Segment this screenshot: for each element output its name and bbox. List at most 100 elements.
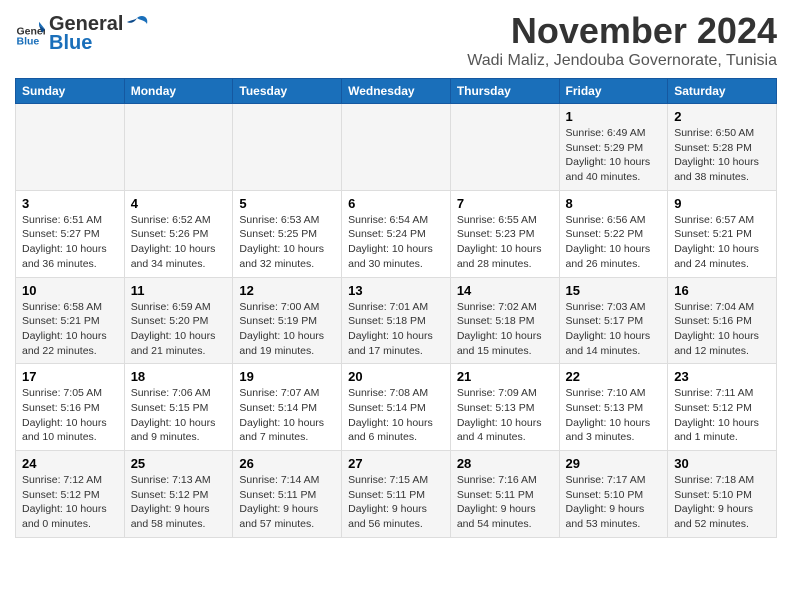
logo-icon: General Blue [15, 18, 45, 48]
calendar-cell [16, 104, 125, 191]
header-thursday: Thursday [450, 79, 559, 104]
day-info: Sunrise: 6:49 AM Sunset: 5:29 PM Dayligh… [566, 126, 662, 185]
day-info: Sunrise: 6:53 AM Sunset: 5:25 PM Dayligh… [239, 213, 335, 272]
calendar-cell: 22 Sunrise: 7:10 AM Sunset: 5:13 PM Dayli… [559, 364, 668, 451]
day-number: 8 [566, 196, 662, 211]
day-number: 27 [348, 456, 444, 471]
day-info: Sunrise: 7:02 AM Sunset: 5:18 PM Dayligh… [457, 300, 553, 359]
calendar-cell: 18Sunrise: 7:06 AM Sunset: 5:15 PM Dayli… [124, 364, 233, 451]
logo-bird-icon [123, 10, 151, 38]
calendar-cell: 30 Sunrise: 7:18 AM Sunset: 5:10 PM Dayli… [668, 451, 777, 538]
calendar-cell: 3 Sunrise: 6:51 AM Sunset: 5:27 PM Daylig… [16, 190, 125, 277]
calendar-row-3: 17 Sunrise: 7:05 AM Sunset: 5:16 PM Dayli… [16, 364, 777, 451]
calendar-row-1: 3 Sunrise: 6:51 AM Sunset: 5:27 PM Daylig… [16, 190, 777, 277]
day-info: Sunrise: 7:06 AM Sunset: 5:15 PM Dayligh… [131, 386, 227, 445]
day-info: Sunrise: 7:08 AM Sunset: 5:14 PM Dayligh… [348, 386, 444, 445]
calendar-cell: 19 Sunrise: 7:07 AM Sunset: 5:14 PM Dayli… [233, 364, 342, 451]
subtitle: Wadi Maliz, Jendouba Governorate, Tunisi… [467, 52, 777, 70]
calendar-cell: 28 Sunrise: 7:16 AM Sunset: 5:11 PM Dayli… [450, 451, 559, 538]
day-number: 20 [348, 369, 444, 384]
calendar-cell: 5 Sunrise: 6:53 AM Sunset: 5:25 PM Daylig… [233, 190, 342, 277]
day-number: 30 [674, 456, 770, 471]
logo: General Blue General Blue [15, 10, 151, 55]
calendar-row-4: 24Sunrise: 7:12 AM Sunset: 5:12 PM Dayli… [16, 451, 777, 538]
calendar-cell: 8Sunrise: 6:56 AM Sunset: 5:22 PM Daylig… [559, 190, 668, 277]
calendar-cell: 10 Sunrise: 6:58 AM Sunset: 5:21 PM Dayli… [16, 277, 125, 364]
header-monday: Monday [124, 79, 233, 104]
day-info: Sunrise: 7:05 AM Sunset: 5:16 PM Dayligh… [22, 386, 118, 445]
day-info: Sunrise: 6:57 AM Sunset: 5:21 PM Dayligh… [674, 213, 770, 272]
day-number: 5 [239, 196, 335, 211]
calendar-cell: 25 Sunrise: 7:13 AM Sunset: 5:12 PM Dayli… [124, 451, 233, 538]
calendar-cell: 11Sunrise: 6:59 AM Sunset: 5:20 PM Dayli… [124, 277, 233, 364]
day-info: Sunrise: 7:16 AM Sunset: 5:11 PM Dayligh… [457, 473, 553, 532]
day-info: Sunrise: 6:55 AM Sunset: 5:23 PM Dayligh… [457, 213, 553, 272]
day-number: 21 [457, 369, 553, 384]
header-row: Sunday Monday Tuesday Wednesday Thursday… [16, 79, 777, 104]
day-number: 15 [566, 283, 662, 298]
day-number: 6 [348, 196, 444, 211]
header-sunday: Sunday [16, 79, 125, 104]
day-number: 9 [674, 196, 770, 211]
day-number: 23 [674, 369, 770, 384]
day-info: Sunrise: 6:51 AM Sunset: 5:27 PM Dayligh… [22, 213, 118, 272]
day-number: 14 [457, 283, 553, 298]
day-number: 22 [566, 369, 662, 384]
day-info: Sunrise: 7:04 AM Sunset: 5:16 PM Dayligh… [674, 300, 770, 359]
day-info: Sunrise: 7:18 AM Sunset: 5:10 PM Dayligh… [674, 473, 770, 532]
day-number: 13 [348, 283, 444, 298]
calendar-cell: 23Sunrise: 7:11 AM Sunset: 5:12 PM Dayli… [668, 364, 777, 451]
day-info: Sunrise: 7:13 AM Sunset: 5:12 PM Dayligh… [131, 473, 227, 532]
calendar-body: 1 Sunrise: 6:49 AM Sunset: 5:29 PM Daylig… [16, 104, 777, 538]
day-number: 19 [239, 369, 335, 384]
calendar-cell [342, 104, 451, 191]
calendar-cell: 16 Sunrise: 7:04 AM Sunset: 5:16 PM Dayli… [668, 277, 777, 364]
calendar-cell: 6Sunrise: 6:54 AM Sunset: 5:24 PM Daylig… [342, 190, 451, 277]
day-number: 17 [22, 369, 118, 384]
day-info: Sunrise: 6:50 AM Sunset: 5:28 PM Dayligh… [674, 126, 770, 185]
header-friday: Friday [559, 79, 668, 104]
calendar-cell: 4Sunrise: 6:52 AM Sunset: 5:26 PM Daylig… [124, 190, 233, 277]
day-number: 3 [22, 196, 118, 211]
calendar-cell: 24Sunrise: 7:12 AM Sunset: 5:12 PM Dayli… [16, 451, 125, 538]
day-number: 25 [131, 456, 227, 471]
day-number: 12 [239, 283, 335, 298]
calendar-cell: 7Sunrise: 6:55 AM Sunset: 5:23 PM Daylig… [450, 190, 559, 277]
calendar-row-2: 10 Sunrise: 6:58 AM Sunset: 5:21 PM Dayli… [16, 277, 777, 364]
day-number: 24 [22, 456, 118, 471]
header-tuesday: Tuesday [233, 79, 342, 104]
day-number: 10 [22, 283, 118, 298]
day-info: Sunrise: 7:07 AM Sunset: 5:14 PM Dayligh… [239, 386, 335, 445]
calendar-row-0: 1 Sunrise: 6:49 AM Sunset: 5:29 PM Daylig… [16, 104, 777, 191]
main-container: General Blue General Blue November 2024 … [0, 0, 792, 548]
calendar-cell [450, 104, 559, 191]
header-saturday: Saturday [668, 79, 777, 104]
calendar-cell: 13 Sunrise: 7:01 AM Sunset: 5:18 PM Dayli… [342, 277, 451, 364]
day-number: 28 [457, 456, 553, 471]
calendar-cell: 27 Sunrise: 7:15 AM Sunset: 5:11 PM Dayli… [342, 451, 451, 538]
calendar-table: Sunday Monday Tuesday Wednesday Thursday… [15, 78, 777, 538]
title-section: November 2024 Wadi Maliz, Jendouba Gover… [467, 10, 777, 70]
calendar-cell: 17 Sunrise: 7:05 AM Sunset: 5:16 PM Dayli… [16, 364, 125, 451]
calendar-cell: 12Sunrise: 7:00 AM Sunset: 5:19 PM Dayli… [233, 277, 342, 364]
day-info: Sunrise: 7:17 AM Sunset: 5:10 PM Dayligh… [566, 473, 662, 532]
day-number: 1 [566, 109, 662, 124]
day-number: 26 [239, 456, 335, 471]
calendar-cell: 26Sunrise: 7:14 AM Sunset: 5:11 PM Dayli… [233, 451, 342, 538]
day-number: 4 [131, 196, 227, 211]
day-info: Sunrise: 6:58 AM Sunset: 5:21 PM Dayligh… [22, 300, 118, 359]
svg-text:Blue: Blue [17, 35, 40, 47]
calendar-cell: 9 Sunrise: 6:57 AM Sunset: 5:21 PM Daylig… [668, 190, 777, 277]
day-info: Sunrise: 7:09 AM Sunset: 5:13 PM Dayligh… [457, 386, 553, 445]
day-info: Sunrise: 7:01 AM Sunset: 5:18 PM Dayligh… [348, 300, 444, 359]
main-title: November 2024 [467, 10, 777, 52]
day-info: Sunrise: 7:10 AM Sunset: 5:13 PM Dayligh… [566, 386, 662, 445]
day-number: 16 [674, 283, 770, 298]
calendar-cell: 1 Sunrise: 6:49 AM Sunset: 5:29 PM Daylig… [559, 104, 668, 191]
calendar-cell: 14 Sunrise: 7:02 AM Sunset: 5:18 PM Dayli… [450, 277, 559, 364]
day-info: Sunrise: 7:15 AM Sunset: 5:11 PM Dayligh… [348, 473, 444, 532]
calendar-cell: 2Sunrise: 6:50 AM Sunset: 5:28 PM Daylig… [668, 104, 777, 191]
calendar-cell: 20 Sunrise: 7:08 AM Sunset: 5:14 PM Dayli… [342, 364, 451, 451]
calendar-cell: 15Sunrise: 7:03 AM Sunset: 5:17 PM Dayli… [559, 277, 668, 364]
header: General Blue General Blue November 2024 … [15, 10, 777, 70]
